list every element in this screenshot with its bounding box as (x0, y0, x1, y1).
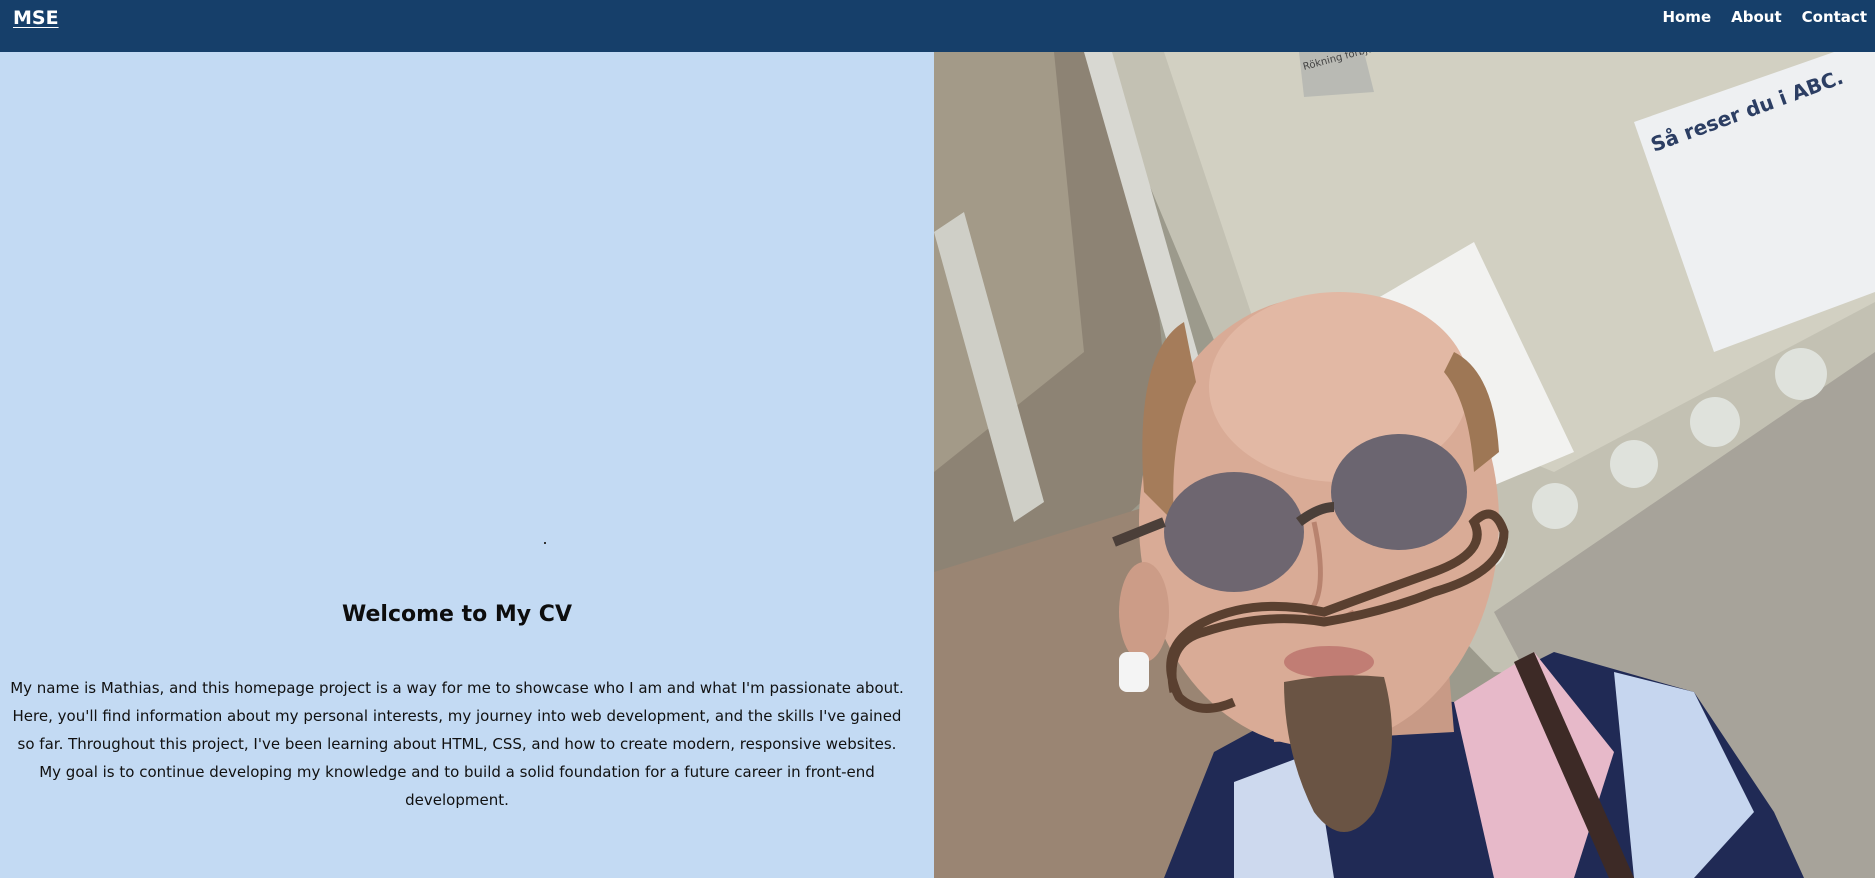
decorative-dot (544, 542, 546, 544)
profile-photo: Så reser du i ABC. Rökning förbjuden (934, 52, 1875, 878)
logo-link[interactable]: MSE (13, 7, 59, 29)
top-navbar: MSE Home About Contact (0, 0, 1875, 52)
page-title: Welcome to My CV (342, 602, 572, 627)
nav-contact-link[interactable]: Contact (1802, 8, 1867, 26)
nav-menu: Home About Contact (1662, 8, 1867, 26)
nav-home-link[interactable]: Home (1662, 8, 1711, 26)
intro-paragraph: My name is Mathias, and this homepage pr… (10, 679, 904, 809)
nav-about-link[interactable]: About (1731, 8, 1782, 26)
